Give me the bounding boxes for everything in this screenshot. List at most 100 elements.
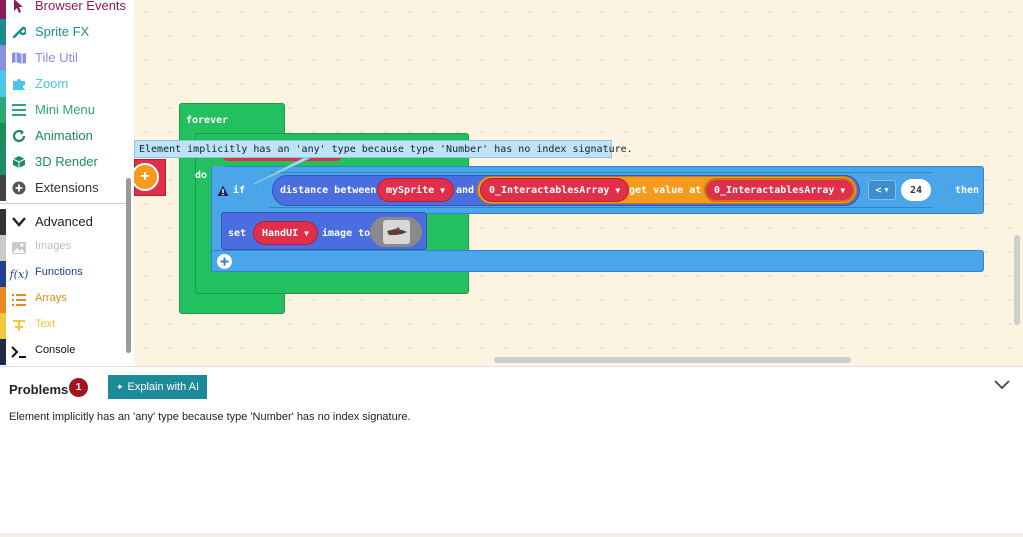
toolbox-item-label: Animation bbox=[35, 128, 93, 143]
bottom-border bbox=[0, 533, 1023, 537]
category-color-bar bbox=[0, 149, 6, 175]
toolbox-item-console[interactable]: Console bbox=[0, 339, 128, 365]
operator-dropdown[interactable]: < ▼ bbox=[868, 180, 896, 200]
problems-title: Problems bbox=[9, 382, 69, 397]
menu-icon bbox=[11, 102, 27, 118]
sparkle-icon: ✦ bbox=[115, 381, 124, 392]
toolbox-item-animation[interactable]: Animation bbox=[0, 123, 128, 149]
toolbox-item-images[interactable]: Images bbox=[0, 235, 128, 261]
workspace-vertical-scrollbar[interactable] bbox=[1014, 235, 1020, 325]
then-label: then bbox=[955, 185, 980, 196]
handui-variable-name: HandUI bbox=[262, 227, 299, 239]
category-color-bar bbox=[0, 287, 6, 313]
set-label: set bbox=[228, 228, 247, 239]
sprite-variable-dropdown[interactable]: mySprite ▼ bbox=[377, 178, 454, 202]
handui-variable-dropdown[interactable]: HandUI ▼ bbox=[253, 221, 318, 245]
if-block-footer bbox=[211, 250, 984, 272]
tooltip-pointer bbox=[253, 157, 311, 185]
warning-icon[interactable] bbox=[217, 184, 229, 196]
category-color-bar bbox=[0, 123, 6, 149]
explain-with-ai-label: Explain with AI bbox=[127, 381, 200, 393]
toolbox-item-label: Text bbox=[35, 318, 56, 330]
toolbox-divider bbox=[0, 203, 128, 204]
toolbox-item-label: Console bbox=[35, 344, 76, 356]
operator-value: < bbox=[875, 184, 882, 196]
get-value-at-label: get value at bbox=[629, 185, 702, 196]
explain-with-ai-button[interactable]: ✦ Explain with AI bbox=[108, 375, 207, 399]
toolbox-item-text[interactable]: Text bbox=[0, 313, 128, 339]
image-icon bbox=[11, 240, 27, 256]
dropdown-caret-icon: ▼ bbox=[884, 186, 889, 194]
category-color-bar bbox=[0, 45, 6, 71]
toolbox-item-label: 3D Render bbox=[35, 154, 98, 169]
refresh-icon bbox=[11, 128, 27, 144]
toolbox-item-tile-util[interactable]: Tile Util bbox=[0, 45, 128, 71]
plus-circle-icon bbox=[11, 180, 27, 196]
category-color-bar bbox=[0, 0, 6, 19]
toolbox-item-label: Zoom bbox=[35, 76, 69, 91]
category-color-bar bbox=[0, 261, 6, 287]
toolbox-scrollbar[interactable] bbox=[126, 178, 131, 353]
category-color-bar bbox=[0, 175, 6, 201]
app-window: Browser Events Sprite FX Tile Util Zoom bbox=[0, 0, 1023, 537]
function-icon: f(x) bbox=[9, 267, 29, 281]
map-icon bbox=[11, 50, 27, 66]
category-color-bar bbox=[0, 97, 6, 123]
puzzle-icon bbox=[11, 76, 27, 92]
toolbox: Browser Events Sprite FX Tile Util Zoom bbox=[0, 0, 134, 366]
toolbox-item-label: Sprite FX bbox=[35, 24, 90, 39]
cursor-icon bbox=[11, 0, 27, 14]
toolbox-item-browser-events[interactable]: Browser Events bbox=[0, 0, 128, 19]
toolbox-item-sprite-fx[interactable]: Sprite FX bbox=[0, 19, 128, 45]
toolbox-item-mini-menu[interactable]: Mini Menu bbox=[0, 97, 128, 123]
sprite-variable-name: mySprite bbox=[386, 184, 435, 196]
category-color-bar bbox=[0, 209, 6, 235]
category-color-bar bbox=[0, 71, 6, 97]
dropdown-caret-icon: ▼ bbox=[440, 185, 445, 195]
toolbox-item-label: Mini Menu bbox=[35, 102, 95, 117]
wrench-icon bbox=[11, 24, 27, 40]
toolbox-item-zoom[interactable]: Zoom bbox=[0, 71, 128, 97]
array-variable-name: 0_InteractablesArray bbox=[714, 184, 835, 196]
problems-panel: Problems 1 ✦ Explain with AI Element imp… bbox=[0, 366, 1023, 537]
toolbox-item-3d-render[interactable]: 3D Render bbox=[0, 149, 128, 175]
forever-label: forever bbox=[186, 115, 229, 126]
and-label: and bbox=[456, 185, 475, 196]
toolbox-item-advanced[interactable]: Advanced bbox=[0, 209, 128, 235]
category-color-bar bbox=[0, 313, 6, 339]
toolbox-item-label: Advanced bbox=[35, 214, 93, 229]
dropdown-caret-icon: ▼ bbox=[304, 228, 309, 238]
hand-image-icon bbox=[383, 220, 410, 244]
toolbox-item-label: Browser Events bbox=[35, 0, 127, 13]
add-branch-icon[interactable] bbox=[217, 254, 232, 269]
workspace-horizontal-scrollbar[interactable] bbox=[494, 357, 851, 363]
dropdown-caret-icon: ▼ bbox=[840, 185, 846, 195]
list-icon bbox=[11, 292, 27, 308]
toolbox-item-extensions[interactable]: Extensions bbox=[0, 175, 128, 201]
if-label: if bbox=[233, 185, 246, 196]
chevron-down-icon[interactable] bbox=[994, 377, 1010, 393]
threshold-number-input[interactable]: 24 bbox=[901, 179, 931, 201]
problem-message[interactable]: Element implicitly has an 'any' type bec… bbox=[9, 411, 411, 423]
toolbox-item-functions[interactable]: f(x) Functions bbox=[0, 261, 128, 287]
dropdown-caret-icon: ▼ bbox=[615, 185, 621, 195]
problems-count-badge: 1 bbox=[69, 378, 88, 397]
toolbox-item-label: Images bbox=[35, 240, 72, 252]
text-icon bbox=[11, 318, 27, 334]
array-variable-dropdown-2[interactable]: 0_InteractablesArray ▼ bbox=[704, 178, 856, 202]
toolbox-item-label: Extensions bbox=[35, 180, 99, 195]
category-color-bar bbox=[0, 339, 6, 365]
category-color-bar bbox=[0, 19, 6, 45]
toolbox-item-arrays[interactable]: Arrays bbox=[0, 287, 128, 313]
chevron-down-icon bbox=[11, 214, 27, 230]
error-tooltip: Element implicitly has an 'any' type bec… bbox=[134, 140, 633, 158]
terminal-icon bbox=[11, 344, 27, 360]
cube-icon bbox=[11, 154, 27, 170]
do-label: do bbox=[195, 170, 208, 181]
toolbox-item-label: Tile Util bbox=[35, 50, 78, 65]
array-variable-dropdown-1[interactable]: 0_InteractablesArray ▼ bbox=[480, 178, 630, 202]
category-color-bar bbox=[0, 235, 6, 261]
image-to-label: image to bbox=[322, 228, 371, 239]
array-variable-name: 0_InteractablesArray bbox=[489, 184, 610, 196]
toolbox-item-label: Functions bbox=[35, 266, 83, 278]
